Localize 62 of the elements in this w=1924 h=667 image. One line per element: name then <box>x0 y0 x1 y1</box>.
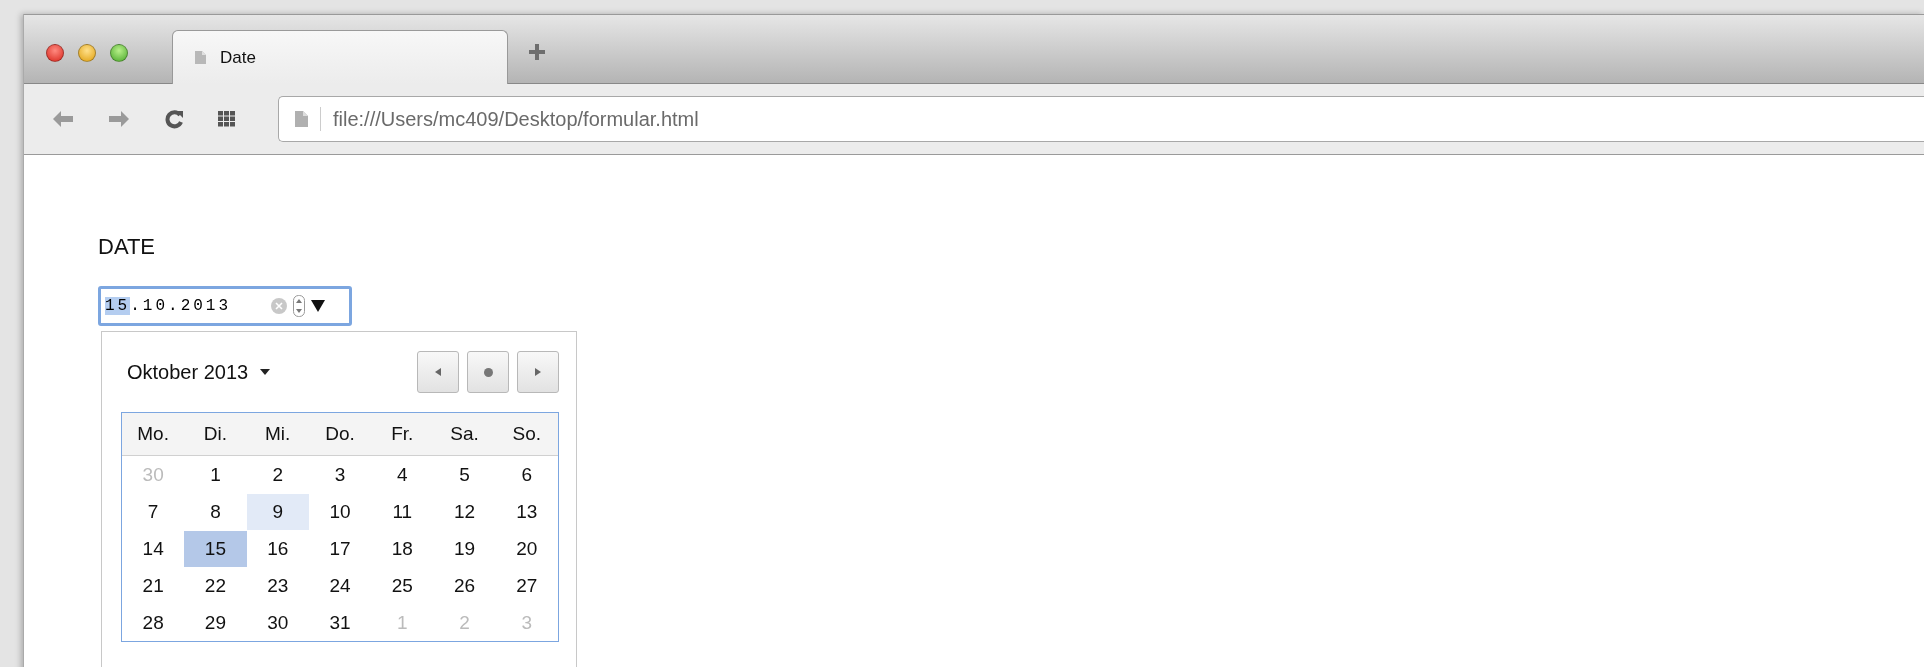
calendar-day[interactable]: 21 <box>122 567 185 604</box>
back-arrow-icon[interactable] <box>52 110 74 128</box>
calendar-day[interactable]: 1 <box>184 456 247 493</box>
close-window-button[interactable] <box>46 44 64 62</box>
spinner-icon[interactable] <box>293 295 305 317</box>
caret-icon <box>260 369 271 375</box>
apps-grid-icon[interactable] <box>218 111 236 127</box>
right-triangle-icon <box>535 368 541 376</box>
calendar-day[interactable]: 2 <box>246 456 309 493</box>
minimize-window-button[interactable] <box>78 44 96 62</box>
calendar-day[interactable]: 3 <box>308 456 372 493</box>
forward-arrow-icon[interactable] <box>108 110 130 128</box>
calendar-day[interactable]: 22 <box>184 567 247 604</box>
calendar-day[interactable]: 13 <box>495 493 558 530</box>
previous-month-button[interactable] <box>417 351 459 393</box>
dot-icon <box>483 367 493 377</box>
calendar-day[interactable]: 31 <box>308 604 372 641</box>
calendar-day[interactable]: 18 <box>371 530 434 567</box>
address-bar[interactable]: file:///Users/mc409/Desktop/formular.html <box>278 96 1924 142</box>
zoom-window-button[interactable] <box>110 44 128 62</box>
calendar-day[interactable]: 12 <box>433 493 496 530</box>
calendar-day[interactable]: 29 <box>184 604 247 641</box>
calendar-day[interactable]: 23 <box>246 567 309 604</box>
calendar-day[interactable]: 8 <box>184 493 247 530</box>
new-tab-icon[interactable] <box>528 43 546 61</box>
calendar-day[interactable]: 14 <box>122 530 185 567</box>
calendar-day[interactable]: 17 <box>308 530 372 567</box>
dropdown-caret-icon[interactable] <box>311 300 325 312</box>
calendar-day[interactable]: 11 <box>371 493 434 530</box>
page-icon <box>295 111 308 127</box>
calendar-day[interactable]: 10 <box>308 493 372 530</box>
weekday-header: Do. <box>324 423 356 445</box>
month-selector[interactable]: Oktober 2013 <box>121 360 271 384</box>
browser-tab[interactable]: Date <box>172 30 508 84</box>
calendar-day[interactable]: 19 <box>433 530 496 567</box>
weekday-header: Mo. <box>136 423 170 445</box>
calendar-day[interactable]: 15 <box>184 530 247 567</box>
calendar-day[interactable]: 6 <box>495 456 558 493</box>
calendar-day[interactable]: 27 <box>495 567 558 604</box>
weekday-header: So. <box>511 423 543 445</box>
calendar-day[interactable]: 25 <box>371 567 434 604</box>
left-triangle-icon <box>435 368 441 376</box>
next-month-button[interactable] <box>517 351 559 393</box>
page-icon <box>195 51 206 64</box>
calendar-day[interactable]: 16 <box>246 530 309 567</box>
calendar-day[interactable]: 30 <box>246 604 309 641</box>
reload-icon[interactable] <box>164 109 184 129</box>
weekday-header: Di. <box>202 423 229 445</box>
today-button[interactable] <box>467 351 509 393</box>
calendar-day[interactable]: 5 <box>433 456 496 493</box>
weekday-header: Sa. <box>449 423 480 445</box>
weekday-header: Fr. <box>390 423 415 445</box>
calendar-day[interactable]: 28 <box>122 604 185 641</box>
field-label: DATE <box>98 233 157 261</box>
date-input-field[interactable]: 15.10.2013 <box>98 286 352 326</box>
calendar-day[interactable]: 20 <box>495 530 558 567</box>
calendar-day[interactable]: 7 <box>122 493 185 530</box>
calendar-day[interactable]: 4 <box>371 456 434 493</box>
calendar-day[interactable]: 9 <box>246 493 309 530</box>
calendar-day[interactable]: 26 <box>433 567 496 604</box>
weekday-header: Mi. <box>264 423 292 445</box>
calendar-day[interactable]: 24 <box>308 567 372 604</box>
